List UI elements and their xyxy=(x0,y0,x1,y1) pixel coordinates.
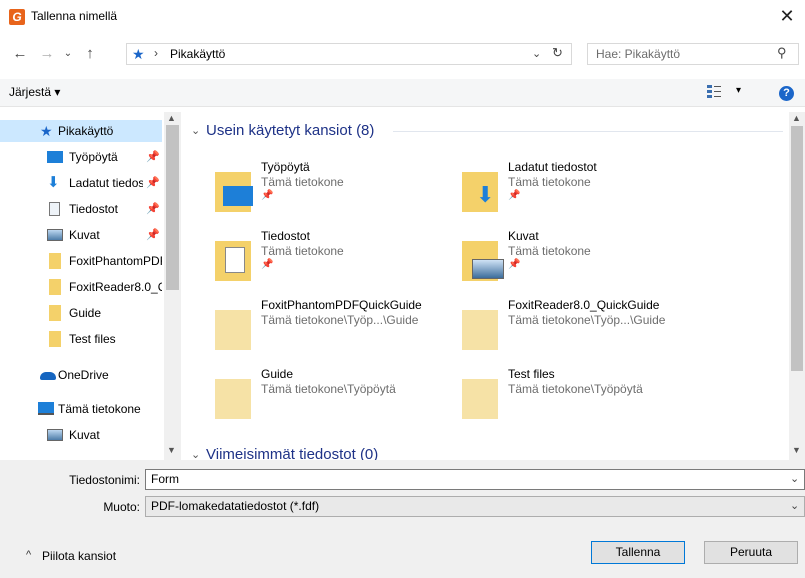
sidebar-item-pictures[interactable]: Kuvat 📌 xyxy=(0,224,162,246)
folder-icon xyxy=(462,310,498,350)
sidebar-item-this-pc[interactable]: Tämä tietokone xyxy=(0,398,162,420)
group-header-frequent-folders[interactable]: Usein käytetyt kansiot (8) xyxy=(206,122,374,139)
sidebar-item-desktop[interactable]: Työpöytä 📌 xyxy=(0,146,162,168)
nav-scrollbar-thumb[interactable] xyxy=(166,125,179,290)
sidebar-item-documents[interactable]: Tiedostot 📌 xyxy=(0,198,162,220)
pictures-icon xyxy=(47,229,63,241)
content-scroll-up-icon[interactable]: ▲ xyxy=(792,113,801,123)
view-options-icon[interactable] xyxy=(707,84,721,98)
desktop-icon xyxy=(47,151,63,163)
organize-button[interactable]: Järjestä ▾ xyxy=(9,85,60,99)
command-bar xyxy=(0,79,805,107)
recent-locations-chevron-icon[interactable]: ⌄ xyxy=(58,44,78,64)
pin-icon: 📌 xyxy=(508,190,521,201)
pin-icon: 📌 xyxy=(261,190,274,201)
folder-icon xyxy=(215,379,251,419)
save-button[interactable]: Tallenna xyxy=(591,541,685,564)
forward-arrow-icon[interactable]: → xyxy=(37,44,57,64)
nav-scroll-up-icon[interactable]: ▲ xyxy=(167,113,176,123)
group-header-recent-files[interactable]: Viimeisimmät tiedostot (0) xyxy=(206,446,378,460)
folder-icon xyxy=(49,279,61,295)
breadcrumb-separator-icon: › xyxy=(154,46,158,60)
folder-icon xyxy=(49,253,61,269)
folder-tile-foxitphantom[interactable]: FoxitPhantomPDFQuickGuide Tämä tietokone… xyxy=(209,298,449,358)
folder-icon xyxy=(215,172,253,212)
folder-icon xyxy=(462,379,498,419)
pin-icon: 📌 xyxy=(146,203,160,215)
sidebar-item-onedrive[interactable]: OneDrive xyxy=(0,364,162,386)
sidebar-item-folder-foxitphantom[interactable]: FoxitPhantomPDFQuickGuide xyxy=(0,250,162,272)
sidebar-item-folder-foxitreader[interactable]: FoxitReader8.0_QuickGuide xyxy=(0,276,162,298)
hide-folders-button[interactable]: Piilota kansiot xyxy=(42,549,116,563)
up-arrow-icon[interactable]: ↑ xyxy=(80,44,100,64)
document-icon xyxy=(49,202,60,216)
address-dropdown-icon[interactable]: ⌄ xyxy=(532,47,541,60)
search-placeholder[interactable]: Hae: Pikakäyttö xyxy=(596,47,680,61)
sidebar-item-downloads[interactable]: ⬇ Ladatut tiedostot 📌 xyxy=(0,172,162,194)
sidebar-item-folder-guide[interactable]: Guide xyxy=(0,302,162,324)
filename-dropdown-icon[interactable]: ⌄ xyxy=(790,472,799,485)
group-divider xyxy=(393,131,783,132)
title-bar xyxy=(0,0,805,32)
refresh-icon[interactable]: ↻ xyxy=(552,45,563,61)
pin-icon: 📌 xyxy=(146,151,160,163)
pin-icon: 📌 xyxy=(146,177,160,189)
pictures-icon xyxy=(47,429,63,441)
folder-tile-foxitreader[interactable]: FoxitReader8.0_QuickGuide Tämä tietokone… xyxy=(456,298,696,358)
folder-tile-downloads[interactable]: ⬇ Ladatut tiedostot Tämä tietokone 📌 xyxy=(456,160,696,220)
collapse-group-chevron-icon[interactable]: ⌄ xyxy=(191,124,200,137)
help-icon[interactable]: ? xyxy=(779,86,794,101)
filename-label: Tiedostonimi: xyxy=(69,473,140,487)
filetype-select[interactable]: PDF-lomakedatatiedostot (*.fdf) xyxy=(145,496,805,517)
content-scroll-down-icon[interactable]: ▼ xyxy=(792,445,801,455)
pin-icon: 📌 xyxy=(508,259,521,270)
filetype-label: Muoto: xyxy=(103,500,140,514)
filename-field[interactable]: Form xyxy=(145,469,805,490)
view-dropdown-icon[interactable]: ▾ xyxy=(736,85,741,96)
hide-folders-chevron-icon[interactable]: ^ xyxy=(26,549,31,561)
folder-icon: ⬇ xyxy=(462,172,498,212)
folder-icon xyxy=(49,331,61,347)
nav-scroll-down-icon[interactable]: ▼ xyxy=(167,445,176,455)
folder-tile-documents[interactable]: Tiedostot Tämä tietokone 📌 xyxy=(209,229,449,289)
folder-icon xyxy=(215,241,251,281)
computer-icon xyxy=(38,402,54,415)
folder-icon xyxy=(49,305,61,321)
sidebar-item-pictures-pc[interactable]: Kuvat xyxy=(0,424,162,446)
cloud-icon xyxy=(40,372,56,380)
folder-tile-test-files[interactable]: Test files Tämä tietokone\Työpöytä xyxy=(456,367,696,427)
folder-icon xyxy=(462,241,504,281)
search-icon[interactable]: ⚲ xyxy=(777,45,787,61)
cancel-button[interactable]: Peruuta xyxy=(704,541,798,564)
folder-tile-guide[interactable]: Guide Tämä tietokone\Työpöytä xyxy=(209,367,449,427)
window-title: Tallenna nimellä xyxy=(31,9,118,23)
sidebar-item-quick-access[interactable]: ★ Pikakäyttö xyxy=(0,120,162,142)
app-icon: G xyxy=(9,9,25,25)
quick-access-star-icon: ★ xyxy=(132,46,145,62)
address-path[interactable]: Pikakäyttö xyxy=(170,47,225,61)
content-scrollbar-thumb[interactable] xyxy=(791,126,803,371)
download-arrow-icon: ⬇ xyxy=(47,174,60,191)
folder-icon xyxy=(215,310,251,350)
sidebar-item-folder-test-files[interactable]: Test files xyxy=(0,328,162,350)
folder-tile-pictures[interactable]: Kuvat Tämä tietokone 📌 xyxy=(456,229,696,289)
pin-icon: 📌 xyxy=(261,259,274,270)
close-icon[interactable]: ✕ xyxy=(772,4,802,28)
pin-icon: 📌 xyxy=(146,229,160,241)
folder-tile-desktop[interactable]: Työpöytä Tämä tietokone 📌 xyxy=(209,160,449,220)
back-arrow-icon[interactable]: ← xyxy=(10,44,30,64)
star-icon: ★ xyxy=(40,123,53,139)
filetype-dropdown-icon[interactable]: ⌄ xyxy=(790,499,799,512)
